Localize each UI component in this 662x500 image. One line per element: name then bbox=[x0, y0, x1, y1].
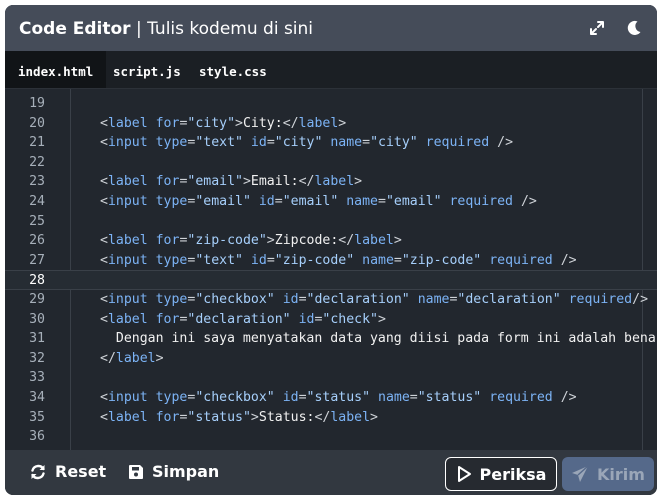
code-line[interactable]: 25 bbox=[5, 212, 657, 232]
editor-title-separator: | bbox=[130, 19, 148, 39]
line-number: 25 bbox=[29, 213, 45, 229]
tab-script-js[interactable]: script.js bbox=[113, 51, 181, 88]
line-number: 22 bbox=[29, 154, 45, 170]
line-number: 32 bbox=[29, 350, 45, 366]
code-line[interactable]: 32 </label> bbox=[5, 349, 657, 369]
line-number: 23 bbox=[29, 174, 45, 190]
line-code: <input type="checkbox" id="declaration" … bbox=[100, 292, 649, 307]
line-number: 31 bbox=[29, 331, 45, 347]
code-editor-window: Code Editor | Tulis kodemu di sini index… bbox=[5, 5, 657, 495]
code-line[interactable]: 36 bbox=[5, 427, 657, 447]
editor-footer: Reset Simpan Periksa Kirim bbox=[5, 450, 657, 495]
code-line[interactable]: 22 bbox=[5, 153, 657, 173]
code-line[interactable]: 24 <input type="email" id="email" name="e… bbox=[5, 192, 657, 212]
line-code: <label for="status">Status:</label> bbox=[100, 409, 378, 425]
editor-header: Code Editor | Tulis kodemu di sini bbox=[5, 5, 657, 51]
line-number: 34 bbox=[29, 390, 45, 405]
line-number: 28 bbox=[29, 273, 45, 289]
save-button-label: Simpan bbox=[152, 462, 220, 481]
code-line[interactable]: 34 <input type="checkbox" id="status" nam… bbox=[5, 388, 657, 408]
line-code: <label for="email">Email:</label> bbox=[100, 174, 363, 190]
reset-button[interactable]: Reset bbox=[29, 462, 106, 481]
floppy-disk-icon bbox=[129, 464, 143, 479]
refresh-icon bbox=[31, 464, 45, 479]
code-content[interactable]: 19 20 <label for="city">City:</label> 21 <in… bbox=[5, 89, 657, 450]
code-line[interactable]: 23 <label for="email">Email:</label> bbox=[5, 172, 657, 192]
code-line[interactable]: 21 <input type="text" id="city" name="cit… bbox=[5, 133, 657, 153]
line-code: <input type="text" id="city" name="city"… bbox=[100, 135, 514, 151]
code-line[interactable]: 35 <label for="status">Status:</label> bbox=[5, 408, 657, 428]
line-number: 29 bbox=[29, 292, 45, 307]
line-number: 33 bbox=[29, 370, 45, 386]
file-tabs: index.html script.js style.css bbox=[5, 51, 657, 89]
code-line[interactable]: 28 bbox=[5, 270, 657, 290]
check-button-label: Periksa bbox=[479, 464, 547, 484]
line-code: <label for="city">City:</label> bbox=[100, 115, 347, 131]
expand-arrows-icon[interactable] bbox=[587, 18, 607, 38]
line-code: <label for="declaration" id="check"> bbox=[100, 311, 386, 327]
line-number: 24 bbox=[29, 194, 45, 209]
code-line[interactable]: 26 <label for="zip-code">Zipcode:</label> bbox=[5, 231, 657, 251]
send-button[interactable]: Kirim bbox=[562, 457, 654, 491]
line-number: 20 bbox=[29, 115, 45, 131]
code-line[interactable]: 31 Dengan ini saya menyatakan data yang … bbox=[5, 329, 657, 349]
code-line[interactable]: 19 bbox=[5, 94, 657, 114]
line-code: <label for="zip-code">Zipcode:</label> bbox=[100, 233, 402, 249]
editor-title-subtitle: Tulis kodemu di sini bbox=[147, 19, 314, 39]
line-number: 27 bbox=[29, 252, 45, 268]
editor-title-main: Code Editor bbox=[19, 19, 131, 39]
line-number: 35 bbox=[29, 409, 45, 425]
tab-index-html[interactable]: index.html bbox=[5, 51, 107, 88]
line-number: 21 bbox=[29, 135, 45, 151]
moon-icon[interactable] bbox=[624, 18, 644, 38]
code-line[interactable]: 30 <label for="declaration" id="check"> bbox=[5, 310, 657, 330]
line-number: 36 bbox=[29, 429, 45, 445]
code-line[interactable]: 20 <label for="city">City:</label> bbox=[5, 114, 657, 134]
check-button[interactable]: Periksa bbox=[445, 457, 557, 491]
line-code: <input type="email" id="email" name="ema… bbox=[100, 194, 537, 209]
reset-button-label: Reset bbox=[55, 462, 107, 481]
send-button-label: Kirim bbox=[597, 464, 645, 484]
save-button[interactable]: Simpan bbox=[128, 462, 219, 481]
line-number: 19 bbox=[29, 96, 45, 111]
code-line[interactable]: 33 bbox=[5, 368, 657, 388]
line-code: <input type="text" id="zip-code" name="z… bbox=[100, 252, 577, 268]
code-line[interactable]: 27 <input type="text" id="zip-code" name=… bbox=[5, 251, 657, 271]
code-line[interactable]: 29 <input type="checkbox" id="declaration… bbox=[5, 290, 657, 310]
line-number: 30 bbox=[29, 311, 45, 327]
line-code: Dengan ini saya menyatakan data yang dii… bbox=[100, 331, 656, 347]
line-code: </label> bbox=[100, 350, 164, 366]
line-number: 26 bbox=[29, 233, 45, 249]
editor-title: Code Editor | Tulis kodemu di sini bbox=[19, 19, 313, 39]
paper-plane-icon bbox=[572, 465, 589, 482]
play-icon bbox=[457, 466, 471, 482]
tab-style-css[interactable]: style.css bbox=[199, 51, 267, 88]
line-code: <input type="checkbox" id="status" name=… bbox=[100, 390, 577, 405]
